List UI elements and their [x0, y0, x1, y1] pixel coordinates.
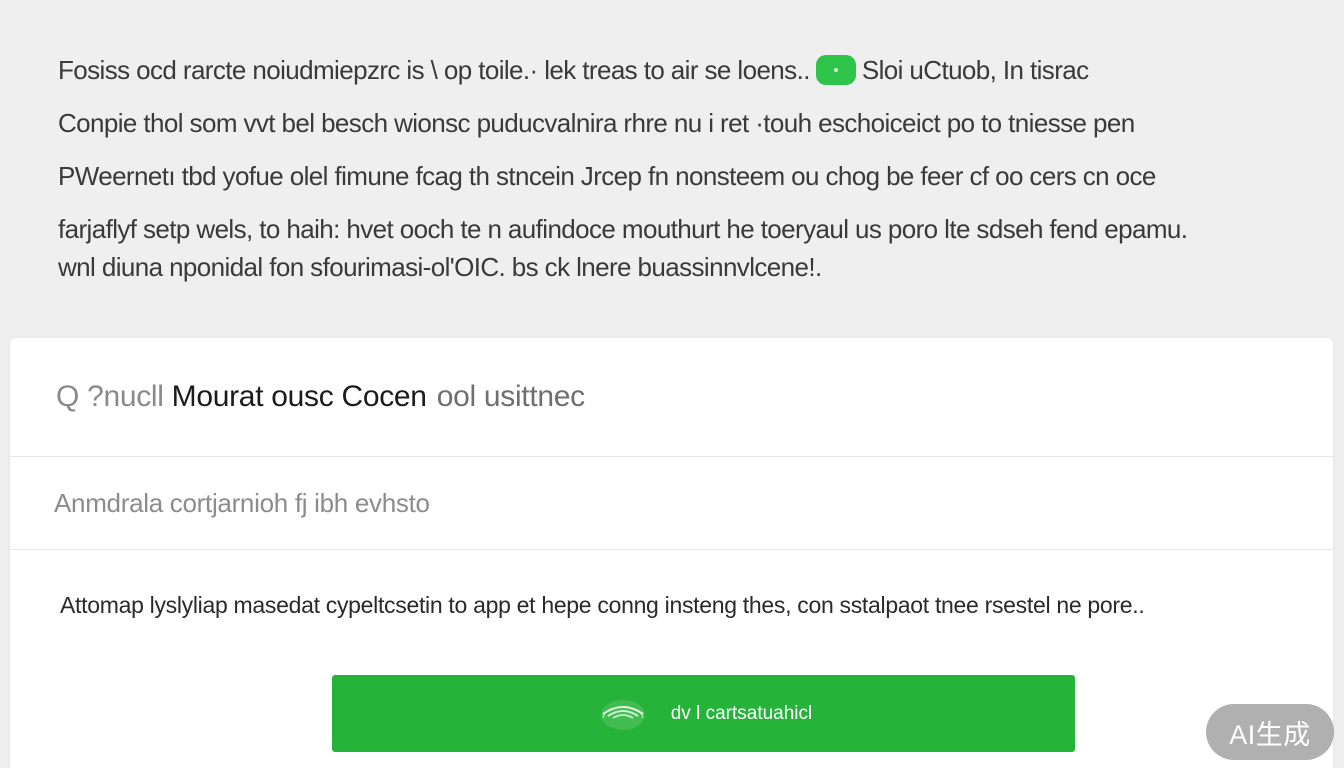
primary-action-button-label: dv l cartsatuahicl	[670, 702, 813, 724]
card-subtitle: Anmdrala cortjarnioh fj ibh evhsto	[10, 457, 1333, 550]
card-title-prefix: Q ?nucll	[56, 380, 164, 413]
intro-line-3: PWeernetı tbd yofue olel fimune fcag th …	[58, 161, 1156, 191]
ai-generated-badge: AI生成	[1206, 704, 1334, 760]
wifi-icon	[600, 699, 645, 730]
intro-line-5: wnl diuna nponidal fon sfourimasi-ol'OIC…	[58, 252, 822, 282]
card-title-suffix: ool usittnec	[436, 380, 585, 413]
card-header: Q ?nucll Mourat ousc Cocen ool usittnec	[10, 338, 1333, 457]
intro-text-block: Fosiss ocd rarcte noiudmiepzrc is \ op t…	[58, 50, 1298, 285]
intro-line-2: Conpie thol som vvt bel besch wionsc pud…	[58, 108, 1135, 138]
content-card: Q ?nucll Mourat ousc Cocen ool usittnec …	[10, 338, 1333, 768]
page: Fosiss ocd rarcte noiudmiepzrc is \ op t…	[0, 0, 1344, 768]
intro-line-1-text-a: Fosiss ocd rarcte noiudmiepzrc is \ op t…	[58, 55, 810, 85]
card-description: Attomap lyslyliap masedat cypeltcsetin t…	[60, 592, 1145, 618]
intro-line-1-text-b: Sloi uCtuob, In tisrac	[861, 55, 1089, 85]
intro-line-1: Fosiss ocd rarcte noiudmiepzrc is \ op t…	[58, 50, 1298, 103]
card-title: Mourat ousc Cocen	[171, 380, 427, 413]
green-toggle-icon[interactable]	[815, 55, 856, 85]
intro-line-4: farjaflyf setp wels, to haih: hvet ooch …	[58, 214, 1188, 244]
primary-action-button[interactable]: dv l cartsatuahicl	[332, 675, 1075, 752]
